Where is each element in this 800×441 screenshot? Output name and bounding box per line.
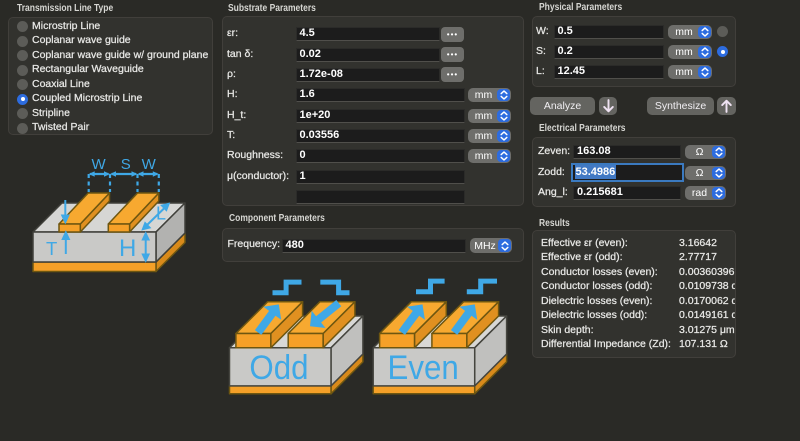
svg-text:Even: Even (388, 348, 459, 387)
svg-text:S: S (121, 156, 131, 173)
svg-text:T: T (46, 238, 57, 259)
svg-text:W: W (142, 156, 157, 173)
svg-text:W: W (92, 156, 107, 173)
svg-text:H: H (119, 235, 136, 262)
svg-text:Odd: Odd (249, 348, 308, 387)
